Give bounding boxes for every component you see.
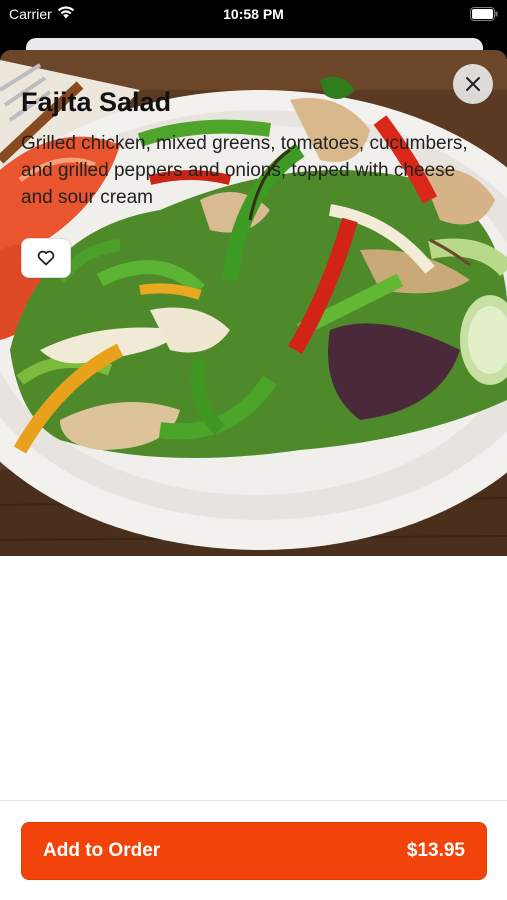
item-description: Grilled chicken, mixed greens, tomatoes,… [21,133,468,208]
add-to-order-button[interactable]: Add to Order $13.95 [21,822,487,880]
price-label: $13.95 [406,840,465,861]
salad-photo [0,50,507,556]
item-title: Fajita Salad [21,87,172,117]
add-to-order-label: Add to Order [43,840,161,861]
close-button[interactable] [453,64,493,104]
favorite-button[interactable] [21,238,71,278]
clock: 10:58 PM [223,6,284,22]
divider [0,800,507,801]
heart-icon [37,250,55,266]
battery-icon [470,7,498,21]
status-bar: Carrier 10:58 PM [0,0,507,30]
item-detail-sheet: Fajita Salad Grilled chicken, mixed gree… [0,50,507,900]
close-icon [466,77,480,91]
screen: Carrier 10:58 PM Fajita Salad Grilled ch… [0,0,507,900]
